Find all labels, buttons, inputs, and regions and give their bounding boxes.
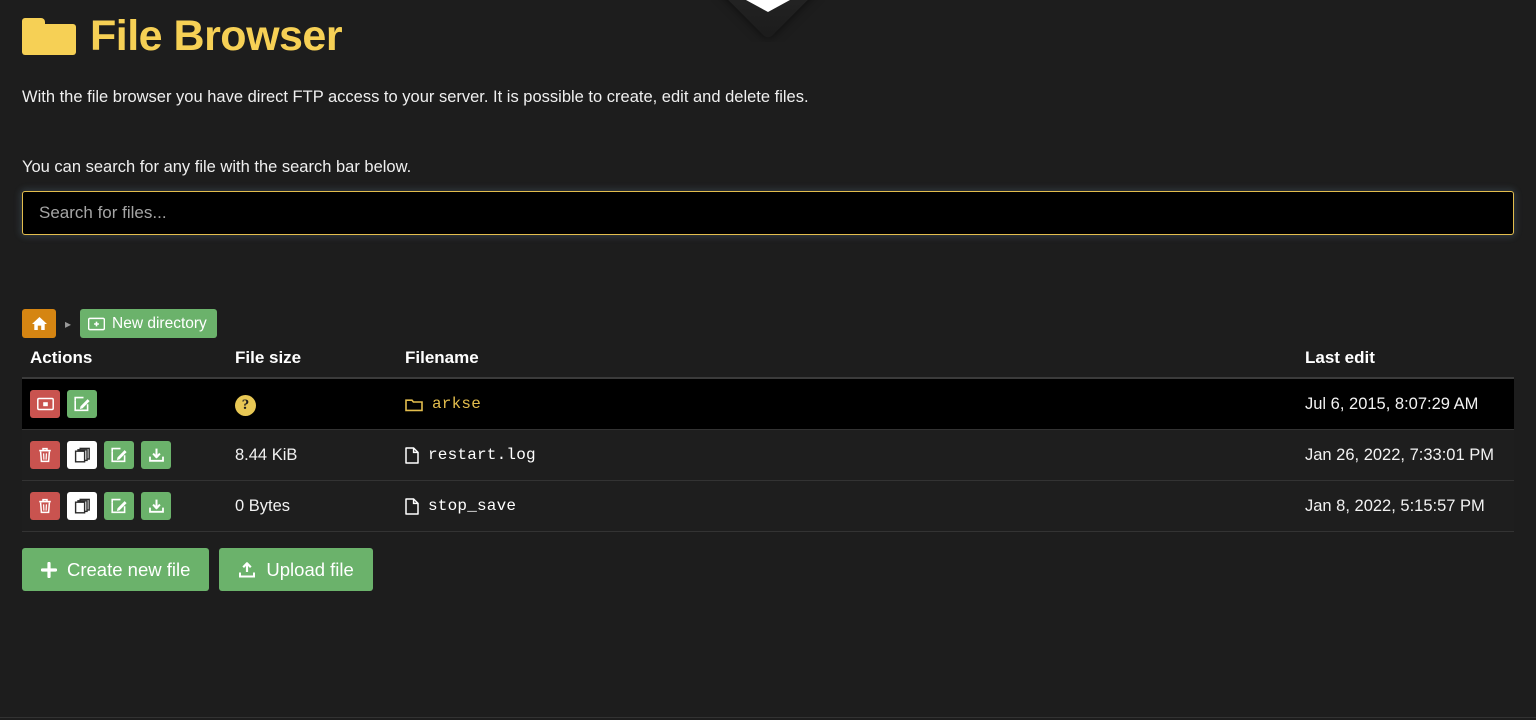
filename-cell: restart.log xyxy=(397,429,1297,481)
column-header-filesize: File size xyxy=(227,344,397,379)
create-new-file-label: Create new file xyxy=(67,558,191,580)
new-directory-button[interactable]: New directory xyxy=(80,309,217,338)
folder-plus-icon xyxy=(88,317,106,331)
table-row[interactable]: 8.44 KiB restart.log Jan 26, 2022, 7:33:01… xyxy=(22,429,1514,481)
delete-directory-button[interactable] xyxy=(30,390,60,418)
column-header-lastedit: Last edit xyxy=(1297,344,1514,379)
edit-file-button[interactable] xyxy=(104,492,134,520)
folder-outline-icon xyxy=(405,397,423,412)
directory-link[interactable]: arkse xyxy=(432,390,481,418)
download-file-button[interactable] xyxy=(141,492,171,520)
column-header-actions: Actions xyxy=(22,344,227,379)
file-size-cell: ? xyxy=(227,378,397,430)
file-table: Actions File size Filename Last edit ? ar… xyxy=(22,344,1514,532)
filename-cell: arkse xyxy=(397,378,1297,430)
footer-actions: Create new file Upload file xyxy=(22,548,1514,591)
file-browser-page: File Browser With the file browser you h… xyxy=(0,0,1536,720)
actions-cell xyxy=(22,429,227,481)
last-edit-cell: Jan 26, 2022, 7:33:01 PM xyxy=(1297,429,1514,481)
create-new-file-button[interactable]: Create new file xyxy=(22,548,210,591)
bottom-divider xyxy=(0,717,1536,718)
actions-cell xyxy=(22,378,227,430)
rename-directory-button[interactable] xyxy=(67,390,97,418)
copy-icon xyxy=(74,447,91,463)
home-icon xyxy=(31,316,48,331)
pencil-square-icon xyxy=(110,447,128,463)
file-label: restart.log xyxy=(428,446,536,464)
upload-file-label: Upload file xyxy=(266,558,354,580)
file-table-body: ? arkse Jul 6, 2015, 8:07:29 AM 8.44 KiB res… xyxy=(22,378,1514,532)
unknown-size-icon: ? xyxy=(235,395,256,416)
file-label: stop_save xyxy=(428,497,517,515)
table-header-row: Actions File size Filename Last edit xyxy=(22,344,1514,379)
search-hint-text: You can search for any file with the sea… xyxy=(22,158,412,176)
actions-cell xyxy=(22,480,227,532)
page-header: File Browser xyxy=(22,0,1514,62)
last-edit-cell: Jul 6, 2015, 8:07:29 AM xyxy=(1297,378,1514,430)
last-edit-cell: Jan 8, 2022, 5:15:57 PM xyxy=(1297,480,1514,532)
download-icon xyxy=(148,498,165,514)
delete-file-button[interactable] xyxy=(30,441,60,469)
breadcrumb-separator: ▸ xyxy=(65,316,72,331)
edit-file-button[interactable] xyxy=(104,441,134,469)
copy-file-button[interactable] xyxy=(67,441,97,469)
new-directory-label: New directory xyxy=(112,314,207,332)
intro-description: With the file browser you have direct FT… xyxy=(22,88,809,106)
search-input[interactable] xyxy=(22,191,1514,235)
file-size-cell: 8.44 KiB xyxy=(227,429,397,481)
upload-file-button[interactable]: Upload file xyxy=(219,548,373,591)
file-outline-icon xyxy=(405,446,419,464)
folder-remove-icon xyxy=(36,397,54,411)
upload-icon xyxy=(238,561,256,578)
trash-icon xyxy=(38,498,52,514)
download-file-button[interactable] xyxy=(141,441,171,469)
home-button[interactable] xyxy=(22,309,56,338)
file-size-cell: 0 Bytes xyxy=(227,480,397,532)
column-header-filename: Filename xyxy=(397,344,1297,379)
pencil-square-icon xyxy=(73,396,91,412)
table-row[interactable]: ? arkse Jul 6, 2015, 8:07:29 AM xyxy=(22,378,1514,430)
file-outline-icon xyxy=(405,497,419,515)
trash-icon xyxy=(38,447,52,463)
page-title: File Browser xyxy=(90,12,343,60)
folder-icon xyxy=(22,16,76,56)
copy-icon xyxy=(74,498,91,514)
breadcrumb: ▸ New directory xyxy=(22,309,1514,338)
download-icon xyxy=(148,447,165,463)
filename-cell: stop_save xyxy=(397,480,1297,532)
delete-file-button[interactable] xyxy=(30,492,60,520)
pencil-square-icon xyxy=(110,498,128,514)
copy-file-button[interactable] xyxy=(67,492,97,520)
table-row[interactable]: 0 Bytes stop_save Jan 8, 2022, 5:15:57 PM xyxy=(22,480,1514,532)
plus-icon xyxy=(41,561,57,578)
